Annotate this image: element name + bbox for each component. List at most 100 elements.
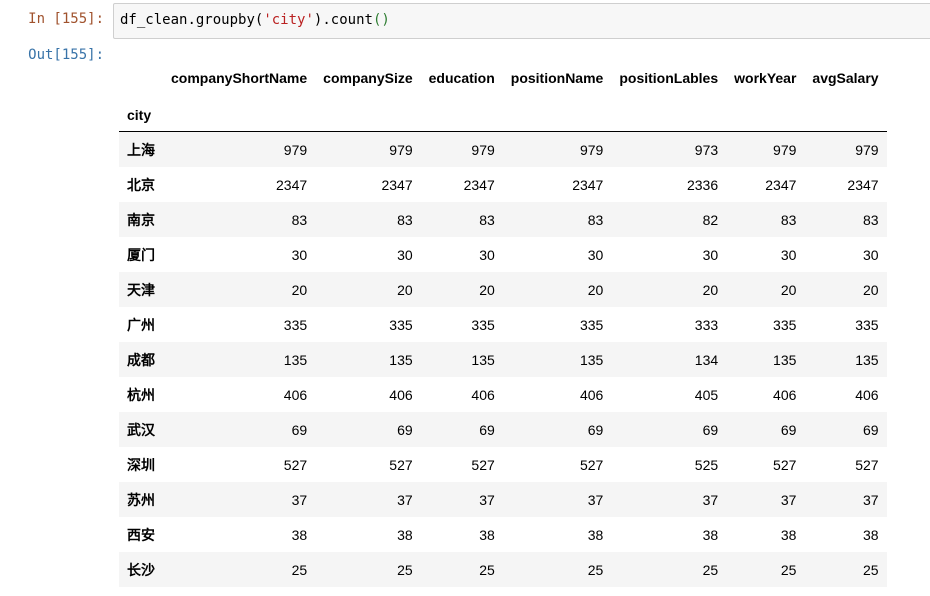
table-cell-avgSalary: 406 [855,386,879,403]
table-cell-avgSalary: 25 [863,561,879,578]
input-prompt: In [155]: [28,11,104,27]
table-cell-avgSalary: 37 [863,491,879,508]
table-row: 长沙 25 25 25 25 25 25 25 [119,552,887,587]
dataframe-output: companyShortName companySize education posi… [119,58,887,587]
table-cell-education: 979 [471,141,495,158]
table-cell-positionLables: 25 [702,561,719,578]
table-cell-workYear: 335 [773,316,797,333]
table-cell-education: 25 [479,561,495,578]
row-index-label: 成都 [127,351,155,368]
table-cell-workYear: 979 [773,141,797,158]
row-index-label: 武汉 [127,421,155,438]
table-cell-positionLables: 525 [694,456,719,473]
index-row-spacer [726,98,805,132]
row-index-label: 北京 [127,176,155,193]
table-cell-companySize: 2347 [381,176,413,193]
row-index-label: 广州 [127,316,155,333]
row-index-label: 西安 [127,526,155,543]
table-cell-companySize: 38 [397,526,413,543]
table-cell-avgSalary: 69 [863,421,879,438]
table-cell-education: 83 [479,211,495,228]
table-cell-workYear: 83 [780,211,797,228]
row-index-label: 天津 [127,281,155,298]
table-cell-avgSalary: 83 [863,211,879,228]
table-cell-positionName: 979 [579,141,604,158]
table-cell-companySize: 335 [389,316,413,333]
table-cell-education: 135 [471,351,495,368]
table-cell-avgSalary: 335 [855,316,879,333]
table-cell-positionLables: 134 [694,351,719,368]
table-cell-companyShortName: 135 [283,351,308,368]
table-cell-positionName: 20 [587,281,604,298]
table-cell-workYear: 527 [773,456,797,473]
column-header-avgSalary: avgSalary [812,70,879,86]
table-cell-workYear: 30 [780,246,797,263]
code-object: df_clean [120,12,188,28]
table-cell-positionName: 527 [579,456,604,473]
table-cell-companyShortName: 335 [283,316,308,333]
table-cell-positionName: 83 [587,211,604,228]
code-call-parens: () [372,12,390,28]
table-row: 广州 335 335 335 335 333 335 335 [119,307,887,342]
table-cell-workYear: 69 [780,421,797,438]
table-row: 苏州 37 37 37 37 37 37 37 [119,482,887,517]
table-cell-companyShortName: 37 [291,491,308,508]
table-cell-avgSalary: 2347 [847,176,879,193]
table-row: 上海 979 979 979 979 973 979 979 [119,131,887,167]
table-cell-companyShortName: 25 [291,561,308,578]
table-cell-companySize: 979 [389,141,413,158]
code-input-area[interactable]: df_clean.groupby('city').count() [113,3,930,39]
table-cell-education: 2347 [463,176,495,193]
code-method-groupby: groupby [195,12,255,28]
table-cell-positionName: 30 [587,246,604,263]
table-cell-education: 20 [479,281,495,298]
column-header-positionLables: positionLables [619,70,719,86]
row-index-label: 苏州 [127,491,155,508]
row-index-label: 长沙 [127,561,155,578]
row-index-label: 上海 [127,141,155,158]
index-row-spacer [502,98,612,132]
table-cell-avgSalary: 30 [863,246,879,263]
table-row: 西安 38 38 38 38 38 38 38 [119,517,887,552]
code-line[interactable]: df_clean.groupby('city').count() [120,12,390,28]
index-row-spacer [163,98,316,132]
table-cell-companyShortName: 979 [283,141,308,158]
table-cell-positionLables: 2336 [686,176,719,193]
table-cell-positionLables: 333 [694,316,719,333]
table-cell-positionLables: 973 [694,141,719,158]
table-cell-companySize: 30 [397,246,413,263]
table-cell-companyShortName: 83 [291,211,308,228]
column-header-workYear: workYear [734,70,797,86]
table-row: 深圳 527 527 527 527 525 527 527 [119,447,887,482]
column-header-education: education [428,70,495,86]
header-corner [119,58,163,98]
table-cell-education: 69 [479,421,495,438]
table-cell-companySize: 25 [397,561,413,578]
table-cell-workYear: 38 [780,526,797,543]
index-row-spacer [611,98,727,132]
table-row: 厦门 30 30 30 30 30 30 30 [119,237,887,272]
table-cell-companyShortName: 30 [291,246,308,263]
index-row-spacer [804,98,887,132]
table-cell-companyShortName: 20 [291,281,308,298]
table-cell-workYear: 37 [780,491,797,508]
table-cell-companySize: 135 [389,351,413,368]
column-header-row: companyShortName companySize education posi… [119,58,887,98]
table-cell-positionName: 135 [579,351,604,368]
table-row: 北京 2347 2347 2347 2347 2336 2347 2347 [119,167,887,202]
table-cell-positionLables: 20 [702,281,719,298]
table-cell-companySize: 69 [397,421,413,438]
table-cell-avgSalary: 527 [855,456,879,473]
table-cell-education: 527 [471,456,495,473]
table-cell-positionName: 37 [587,491,604,508]
table-cell-positionName: 335 [579,316,604,333]
code-string-arg: 'city' [263,12,314,28]
table-cell-positionName: 2347 [572,176,604,193]
table-cell-workYear: 25 [780,561,797,578]
column-header-positionName: positionName [510,70,604,86]
table-cell-companyShortName: 406 [283,386,308,403]
table-cell-positionLables: 69 [702,421,719,438]
column-header-companySize: companySize [323,70,413,86]
code-dot: . [322,12,331,28]
table-cell-avgSalary: 979 [855,141,879,158]
